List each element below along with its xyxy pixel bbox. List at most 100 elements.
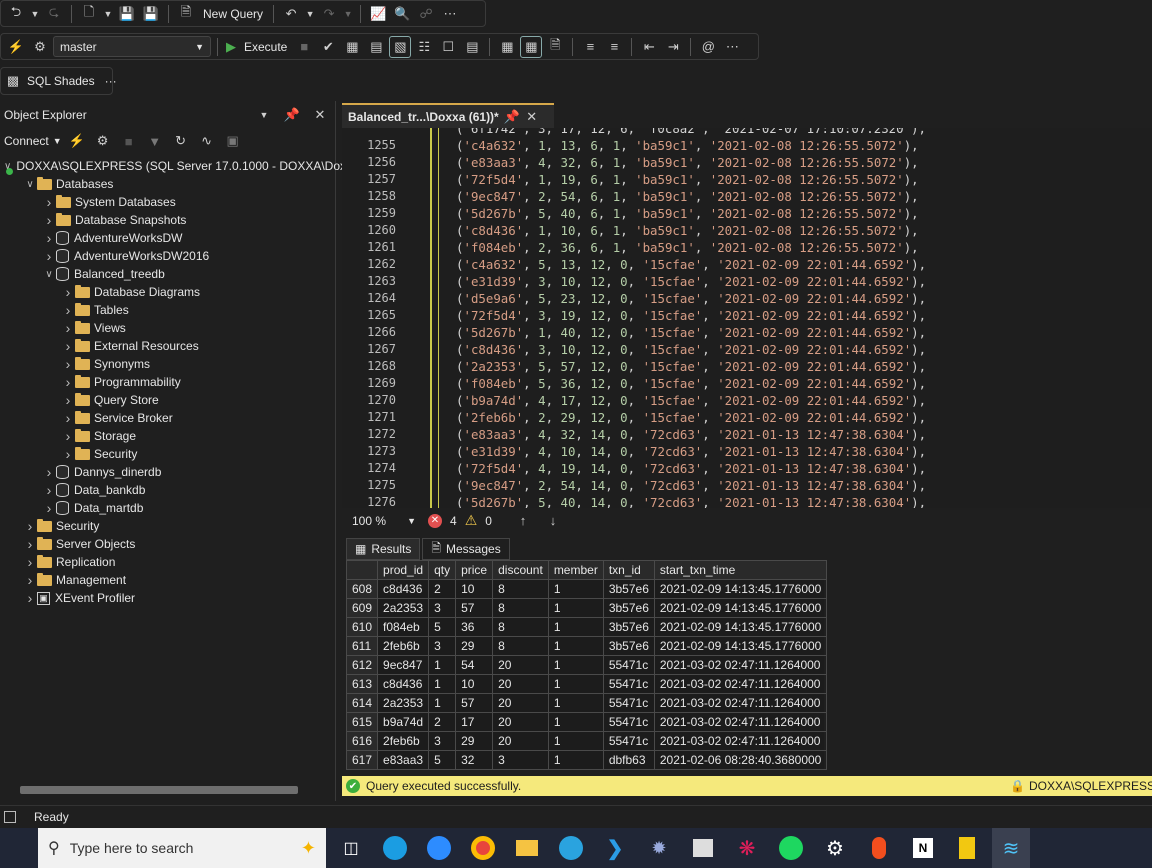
table-cell[interactable]: 8 (492, 617, 549, 637)
table-cell[interactable]: 17 (455, 712, 494, 732)
table-cell[interactable]: 3 (428, 731, 457, 751)
chevron-right-icon[interactable]: › (42, 212, 56, 228)
results-to-text-icon[interactable]: ▦ (496, 36, 518, 58)
live-stats-icon[interactable]: ☐ (437, 36, 459, 58)
table-cell[interactable]: 1 (428, 655, 457, 675)
table-row[interactable]: 615 b9a74d 2 17 20 1 55471c 2021-03-02 02:47:11… (345, 712, 828, 732)
table-cell[interactable]: 5 (428, 750, 457, 770)
chevron-right-icon[interactable]: › (61, 320, 75, 336)
estimated-plan-icon[interactable]: ▦ (341, 36, 363, 58)
table-cell[interactable]: 3b57e6 (602, 636, 655, 656)
column-header[interactable]: prod_id (377, 560, 430, 580)
store-icon[interactable] (684, 828, 722, 868)
tree-node[interactable]: › Synonyms (0, 355, 335, 373)
stop-icon[interactable]: ■ (293, 36, 315, 58)
zoom-select[interactable]: 100 % ▼ (348, 511, 420, 531)
tab-messages[interactable]: 🗎 Messages (422, 538, 510, 560)
stop-icon[interactable]: ■ (118, 130, 140, 152)
table-cell[interactable]: e83aa3 (377, 750, 430, 770)
table-cell[interactable]: 1 (547, 674, 604, 694)
table-cell[interactable]: b9a74d (377, 712, 430, 732)
table-row[interactable]: 614 2a2353 1 57 20 1 55471c 2021-03-02 02:47:11… (345, 693, 828, 713)
table-cell[interactable]: 20 (492, 674, 549, 694)
horizontal-scrollbar[interactable] (20, 786, 298, 794)
results-to-file-icon[interactable]: 🗎 (544, 36, 566, 58)
indent-icon[interactable]: ⇥ (662, 36, 684, 58)
tree-node[interactable]: › Query Store (0, 391, 335, 409)
connect-plug-icon[interactable]: ⚡ (66, 130, 88, 152)
table-cell[interactable]: 2 (428, 579, 457, 599)
row-number[interactable]: 613 (345, 674, 379, 694)
table-cell[interactable]: 2021-03-02 02:47:11.1264000 (653, 674, 828, 694)
close-icon[interactable]: ✕ (309, 104, 331, 126)
chevron-right-icon[interactable]: › (42, 230, 56, 246)
new-file-icon[interactable]: 🗋 (78, 3, 100, 25)
pin-icon[interactable]: 📌 (281, 104, 303, 126)
table-row[interactable]: 611 2feb6b 3 29 8 1 3b57e6 2021-02-09 14:13:45.… (345, 636, 828, 656)
table-cell[interactable]: 54 (455, 655, 494, 675)
error-icon[interactable]: ✕ (428, 513, 442, 528)
results-to-grid-icon[interactable]: ▦ (520, 35, 543, 58)
tree-node[interactable]: › Storage (0, 427, 335, 445)
table-cell[interactable]: 3 (428, 598, 457, 618)
snipping-icon[interactable]: ✹ (640, 828, 678, 868)
save-all-icon[interactable]: 💾 (140, 3, 162, 25)
redo-icon[interactable]: ↷ (318, 3, 340, 25)
chevron-down-icon[interactable]: ▼ (102, 3, 114, 25)
specify-values-icon[interactable]: @ (697, 36, 719, 58)
column-header[interactable]: price (455, 560, 494, 580)
table-cell[interactable]: 57 (455, 693, 494, 713)
table-cell[interactable]: 2021-02-09 14:13:45.1776000 (653, 636, 828, 656)
row-number[interactable]: 608 (345, 579, 379, 599)
table-cell[interactable]: 1 (547, 579, 604, 599)
chevron-right-icon[interactable]: › (42, 194, 56, 210)
chevron-right-icon[interactable]: › (61, 338, 75, 354)
tree-node[interactable]: › Database Snapshots (0, 211, 335, 229)
zoom-icon[interactable] (420, 828, 458, 868)
tree-node[interactable]: › Data_martdb (0, 499, 335, 517)
tree-node[interactable]: › Dannys_dinerdb (0, 463, 335, 481)
chevron-right-icon[interactable]: › (61, 374, 75, 390)
new-query-button[interactable]: New Query (199, 7, 267, 21)
table-cell[interactable]: 1 (547, 731, 604, 751)
connect-button[interactable]: Connect (4, 134, 49, 148)
table-cell[interactable]: 1 (547, 617, 604, 637)
outdent-icon[interactable]: ⇤ (638, 36, 660, 58)
table-cell[interactable]: 2021-02-06 08:28:40.3680000 (653, 750, 828, 770)
back-icon[interactable]: ⮌ (5, 3, 27, 25)
sql-editor[interactable]: ('6f1742', 3, 17, 12, 6, 'f0c8a2', '2021… (342, 128, 1152, 508)
table-cell[interactable]: c8d436 (377, 579, 430, 599)
intellisense-icon[interactable]: ▧ (389, 35, 412, 58)
table-cell[interactable]: 57 (455, 598, 494, 618)
table-cell[interactable]: 1 (547, 636, 604, 656)
summary-icon[interactable]: ▣ (222, 130, 244, 152)
table-cell[interactable]: c8d436 (377, 674, 430, 694)
arrow-up-icon[interactable]: ↑ (512, 510, 534, 532)
refresh-icon[interactable]: ↻ (170, 130, 192, 152)
row-number[interactable]: 614 (345, 693, 379, 713)
table-row[interactable]: 617 e83aa3 5 32 3 1 dbfb63 2021-02-06 08:28:40.… (345, 750, 828, 770)
table-cell[interactable]: 3b57e6 (602, 598, 655, 618)
tree-node[interactable]: ∨ Balanced_treedb (0, 265, 335, 283)
pin-icon[interactable]: 📌 (504, 106, 520, 128)
tree-node[interactable]: › System Databases (0, 193, 335, 211)
table-cell[interactable]: 20 (492, 731, 549, 751)
table-cell[interactable]: 2021-02-09 14:13:45.1776000 (653, 579, 828, 599)
table-cell[interactable]: 3b57e6 (602, 617, 655, 637)
table-row[interactable]: 609 2a2353 3 57 8 1 3b57e6 2021-02-09 14:13:45.… (345, 598, 828, 618)
table-cell[interactable]: 20 (492, 655, 549, 675)
table-cell[interactable]: 55471c (602, 712, 655, 732)
table-cell[interactable]: 3b57e6 (602, 579, 655, 599)
tree-node[interactable]: › Programmability (0, 373, 335, 391)
table-cell[interactable]: 36 (455, 617, 494, 637)
actual-plan-icon[interactable]: ☷ (413, 36, 435, 58)
table-cell[interactable]: 2021-02-09 14:13:45.1776000 (653, 617, 828, 637)
client-stats-icon[interactable]: ▤ (461, 36, 483, 58)
table-cell[interactable]: 32 (455, 750, 494, 770)
chevron-down-icon[interactable]: ∨ (42, 269, 56, 280)
settings-icon[interactable]: ⚙ (816, 828, 854, 868)
tree-node[interactable]: › Security (0, 517, 335, 535)
chevron-down-icon[interactable]: ▼ (29, 3, 41, 25)
column-header[interactable]: qty (428, 560, 457, 580)
chevron-right-icon[interactable]: › (61, 446, 75, 462)
